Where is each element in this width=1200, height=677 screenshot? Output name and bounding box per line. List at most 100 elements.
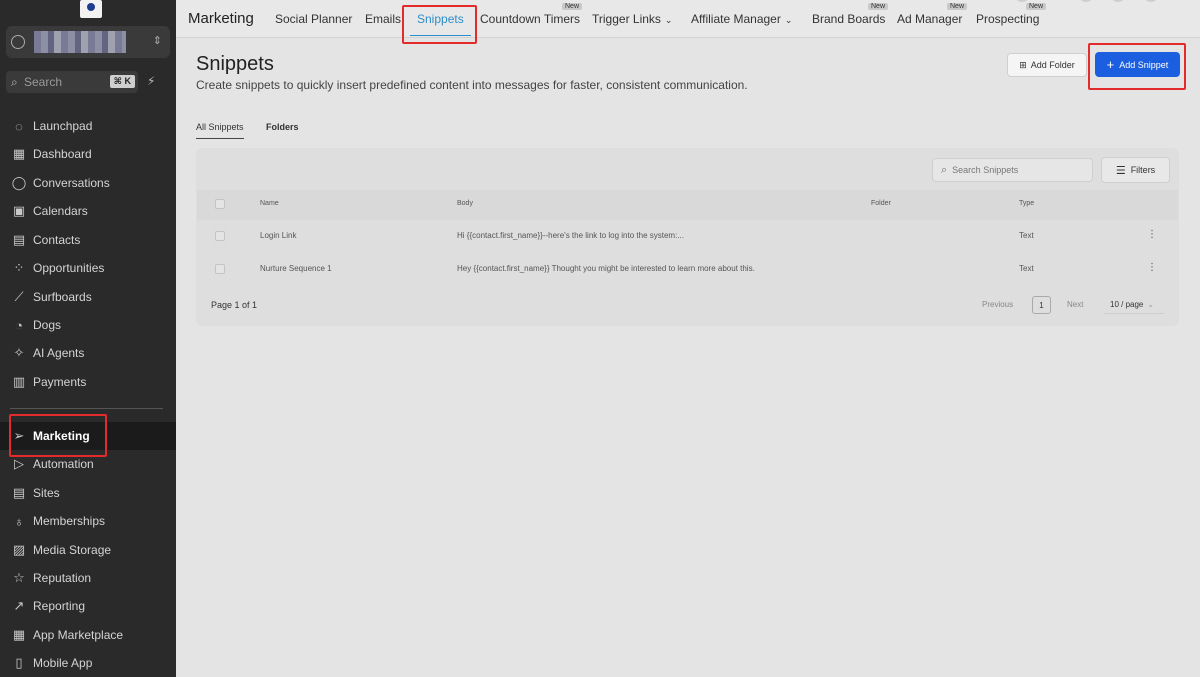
- column-header-folder[interactable]: Folder: [871, 200, 891, 207]
- current-page-button[interactable]: 1: [1032, 296, 1051, 314]
- tab-snippets[interactable]: Snippets: [410, 12, 471, 36]
- sidebar-item-sites[interactable]: ▤ Sites: [0, 479, 176, 507]
- payments-icon: ▥: [12, 374, 26, 389]
- filters-label: Filters: [1130, 165, 1156, 175]
- tab-social-planner[interactable]: Social Planner: [275, 12, 352, 26]
- membership-icon: ♁: [14, 513, 24, 529]
- more-actions-icon[interactable]: ⋮: [1147, 262, 1157, 273]
- subtab-folders[interactable]: Folders: [266, 122, 299, 132]
- sidebar-item-surfboards[interactable]: ⟋ Surfboards: [0, 283, 176, 311]
- header-action-icon[interactable]: [1078, 0, 1094, 2]
- sidebar-item-label: Dogs: [33, 318, 62, 332]
- sidebar-item-payments[interactable]: ▥ Payments: [0, 368, 176, 396]
- page-indicator: Page 1 of 1: [211, 300, 258, 310]
- sidebar-item-label: Dashboard: [33, 147, 92, 161]
- sidebar-item-memberships[interactable]: ♁ Memberships: [0, 507, 176, 535]
- tab-emails[interactable]: Emails: [365, 12, 401, 26]
- row-checkbox[interactable]: [215, 231, 225, 241]
- snippet-type: Text: [1019, 231, 1034, 240]
- snippet-body: Hey {{contact.first_name}} Thought you m…: [457, 264, 755, 273]
- account-switcher[interactable]: ⇕: [6, 26, 170, 58]
- automation-icon: ▷: [14, 456, 24, 471]
- sidebar-item-app-marketplace[interactable]: ▦ App Marketplace: [0, 621, 176, 649]
- tab-trigger-links[interactable]: Trigger Links ⌄: [592, 12, 672, 26]
- sidebar-item-calendars[interactable]: ▣ Calendars: [0, 197, 176, 225]
- previous-page-button[interactable]: Previous: [982, 300, 1013, 309]
- chevron-down-icon: ⌄: [1147, 300, 1155, 309]
- surfboard-icon: ⟋: [14, 289, 24, 304]
- sidebar-search[interactable]: ⌕ Search ⌘ K: [6, 71, 138, 93]
- sparkle-icon: ✧: [13, 345, 25, 360]
- sidebar-item-opportunities[interactable]: ⁘ Opportunities: [0, 254, 176, 282]
- header-action-icon[interactable]: [1014, 0, 1030, 2]
- table-row[interactable]: Login Link Hi {{contact.first_name}}--he…: [197, 220, 1178, 253]
- new-badge: New: [868, 3, 889, 10]
- dashboard-icon: ▦: [12, 146, 26, 161]
- tab-prospecting[interactable]: Prospecting: [976, 12, 1039, 26]
- header-action-icon[interactable]: [1110, 0, 1126, 2]
- next-page-button[interactable]: Next: [1067, 300, 1083, 309]
- sidebar: ⇕ ⌕ Search ⌘ K ⚡ ◌ Launchpad ▦ Dashboard ◯…: [0, 0, 176, 677]
- calendar-icon: ▣: [12, 203, 26, 218]
- tab-affiliate-manager[interactable]: Affiliate Manager ⌄: [691, 12, 792, 26]
- header-action-icon[interactable]: [1143, 0, 1159, 2]
- sidebar-item-marketing[interactable]: ➢ Marketing: [0, 422, 176, 450]
- search-snippets-input[interactable]: ⌕ Search Snippets: [932, 158, 1093, 182]
- new-badge: New: [1026, 3, 1047, 10]
- filter-icon: ☰: [1115, 164, 1126, 177]
- add-folder-button[interactable]: ⊞ Add Folder: [1007, 53, 1087, 77]
- column-header-body[interactable]: Body: [457, 200, 473, 207]
- chat-icon: ◯: [11, 175, 27, 190]
- sidebar-item-media-storage[interactable]: ▨ Media Storage: [0, 536, 176, 564]
- sidebar-item-label: Media Storage: [33, 543, 112, 557]
- sidebar-item-contacts[interactable]: ▤ Contacts: [0, 226, 176, 254]
- sidebar-item-reporting[interactable]: ↗ Reporting: [0, 592, 176, 620]
- top-nav-bar: Marketing Social Planner Emails Snippets…: [176, 0, 1200, 38]
- add-snippet-button[interactable]: + Add Snippet: [1095, 52, 1180, 77]
- rocket-icon: ◌: [15, 118, 23, 134]
- quick-action-bolt-icon[interactable]: ⚡: [147, 74, 155, 88]
- table-row[interactable]: Nurture Sequence 1 Hey {{contact.first_n…: [197, 253, 1178, 286]
- contacts-icon: ▤: [12, 232, 26, 247]
- tab-brand-boards[interactable]: Brand Boards: [812, 12, 885, 26]
- filters-button[interactable]: ☰ Filters: [1101, 157, 1170, 183]
- opportunities-icon: ⁘: [13, 260, 25, 275]
- sidebar-divider: [10, 408, 163, 409]
- snippet-name[interactable]: Login Link: [260, 231, 296, 240]
- page-size-select[interactable]: 10 / page ⌄: [1104, 296, 1164, 314]
- apps-icon: ▦: [12, 627, 26, 642]
- add-snippet-label: Add Snippet: [1119, 59, 1169, 70]
- sidebar-item-label: Automation: [33, 457, 94, 471]
- sidebar-item-dashboard[interactable]: ▦ Dashboard: [0, 140, 176, 168]
- active-subtab-underline: [196, 138, 244, 139]
- sidebar-item-launchpad[interactable]: ◌ Launchpad: [0, 112, 176, 140]
- snippet-name[interactable]: Nurture Sequence 1: [260, 264, 332, 273]
- search-shortcut: ⌘ K: [109, 75, 135, 88]
- sidebar-item-label: AI Agents: [33, 346, 85, 360]
- chevron-down-icon: ⌄: [664, 15, 673, 25]
- mobile-icon: ▯: [15, 655, 23, 670]
- sidebar-item-mobile-app[interactable]: ▯ Mobile App: [0, 649, 176, 677]
- sites-icon: ▤: [12, 485, 26, 500]
- tab-ad-manager[interactable]: Ad Manager: [897, 12, 962, 26]
- section-title: Marketing: [188, 10, 254, 27]
- sidebar-item-label: Reporting: [33, 599, 86, 613]
- sidebar-item-label: Surfboards: [33, 290, 92, 304]
- company-logo: [80, 0, 102, 18]
- search-icon: ⌕: [941, 163, 948, 176]
- chevron-updown-icon: ⇕: [152, 35, 162, 47]
- sidebar-item-label: Marketing: [33, 429, 90, 443]
- tab-countdown-timers[interactable]: Countdown Timers: [480, 12, 580, 26]
- column-header-type[interactable]: Type: [1019, 200, 1034, 207]
- sidebar-item-ai-agents[interactable]: ✧ AI Agents: [0, 339, 176, 367]
- sidebar-item-automation[interactable]: ▷ Automation: [0, 450, 176, 478]
- row-checkbox[interactable]: [215, 264, 225, 274]
- subtab-all-snippets[interactable]: All Snippets: [196, 122, 244, 132]
- sidebar-item-dogs[interactable]: ◔ Dogs: [0, 311, 176, 339]
- sidebar-item-label: Sites: [33, 486, 60, 500]
- column-header-name[interactable]: Name: [260, 200, 279, 207]
- sidebar-item-reputation[interactable]: ☆ Reputation: [0, 564, 176, 592]
- sidebar-item-conversations[interactable]: ◯ Conversations: [0, 169, 176, 197]
- more-actions-icon[interactable]: ⋮: [1147, 229, 1157, 240]
- select-all-checkbox[interactable]: [215, 199, 225, 209]
